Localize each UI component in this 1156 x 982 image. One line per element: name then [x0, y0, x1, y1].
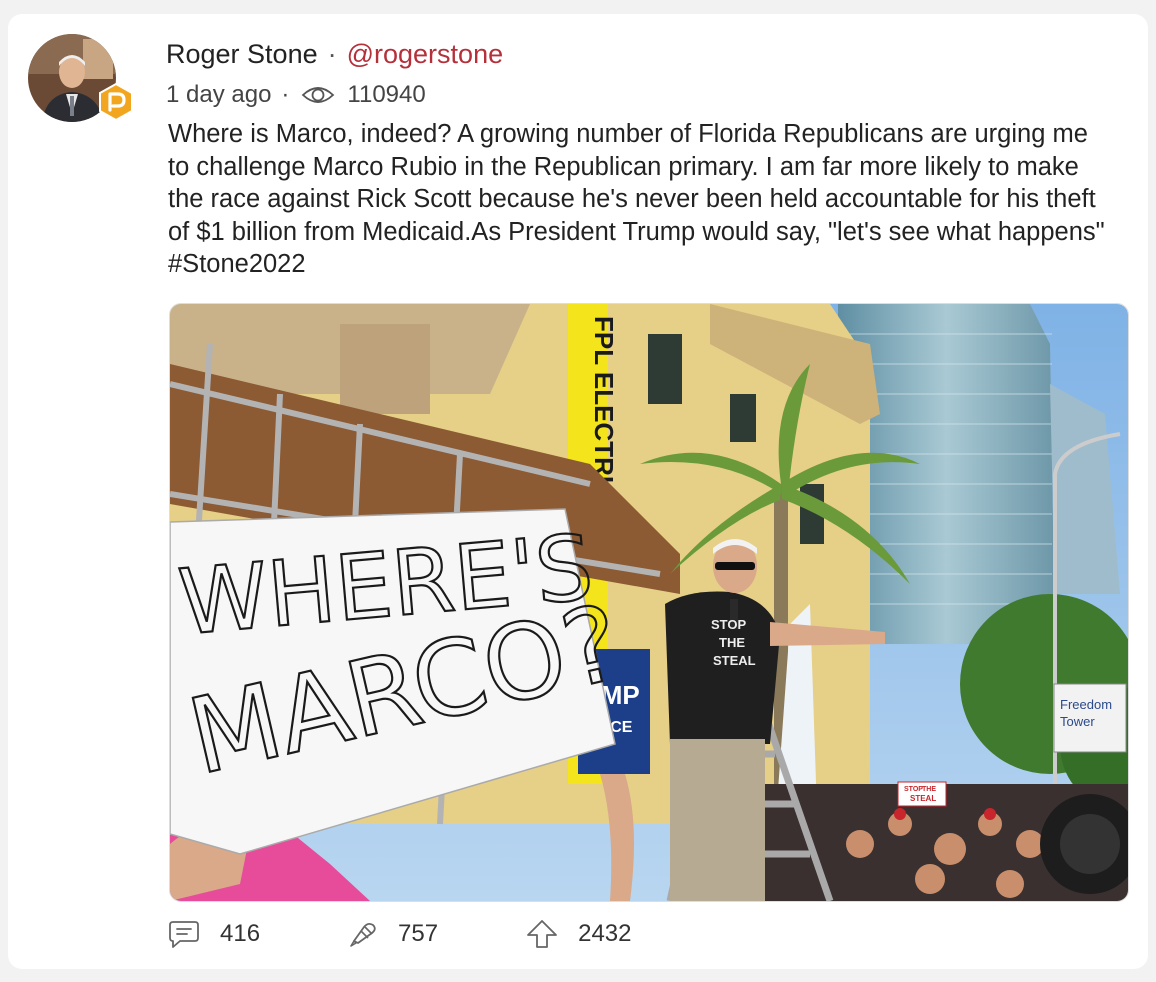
- shirt-line1: STOP: [711, 617, 746, 632]
- freedom-sign-line1: Freedom: [1060, 697, 1112, 712]
- echo-icon: [350, 922, 376, 947]
- separator-dot: ·: [281, 81, 290, 108]
- post-header: Roger Stone · @rogerstone: [166, 36, 503, 72]
- small-sign-line3: STEAL: [910, 794, 936, 803]
- post-meta: 1 day ago · 110940: [166, 78, 426, 112]
- shirt-line2: THE: [719, 635, 745, 650]
- author-name[interactable]: Roger Stone: [166, 39, 318, 69]
- comment-count: 416: [220, 920, 261, 947]
- echo-button[interactable]: 757: [348, 919, 438, 949]
- upvote-button[interactable]: 2432: [526, 919, 631, 949]
- separator-dot: ·: [327, 39, 337, 69]
- small-sign-line2: THE: [922, 786, 936, 793]
- freedom-sign-line2: Tower: [1060, 714, 1095, 729]
- eye-icon: [302, 87, 335, 103]
- parler-badge-icon: [96, 82, 136, 122]
- comment-icon: [169, 921, 199, 948]
- post-card: Roger Stone · @rogerstone 1 day ago · 1109…: [8, 14, 1148, 969]
- upvote-count: 2432: [578, 920, 632, 947]
- post-body: Where is Marco, indeed? A growing number…: [168, 120, 1105, 278]
- small-sign-line1: STOP: [904, 786, 923, 793]
- comment-button[interactable]: 416: [168, 919, 260, 949]
- post-actions: 416 757 2432: [168, 912, 719, 956]
- post-timestamp: 1 day ago: [166, 81, 272, 108]
- view-count: 110940: [347, 81, 426, 108]
- upvote-icon: [527, 920, 557, 948]
- shirt-line3: STEAL: [713, 653, 756, 668]
- author-handle[interactable]: @rogerstone: [347, 39, 504, 69]
- echo-count: 757: [398, 920, 439, 947]
- post-image[interactable]: FPL ELECTRIC Freedom Tower STOP THE STEA…: [169, 303, 1129, 902]
